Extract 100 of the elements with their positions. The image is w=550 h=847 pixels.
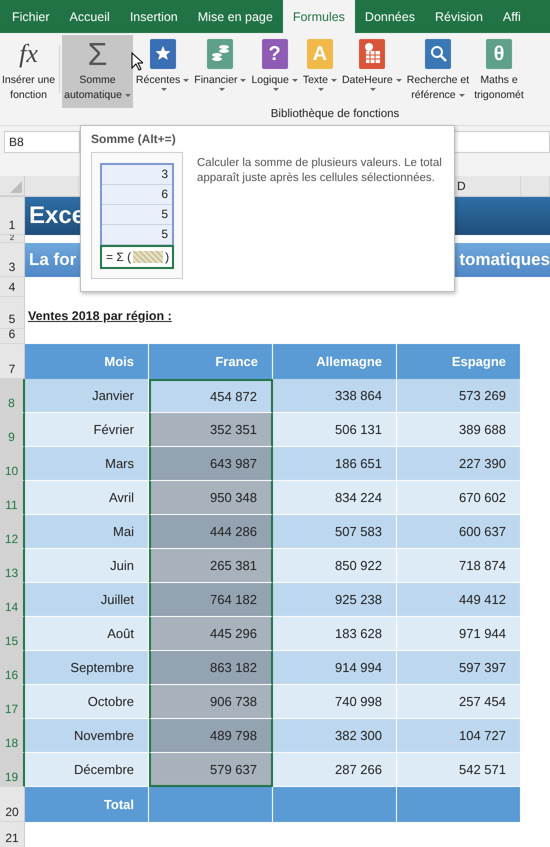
ribbon-tab[interactable]: Formules xyxy=(282,0,355,33)
table-cell: Janvier xyxy=(25,379,149,413)
table-cell: 183 628 xyxy=(273,617,397,651)
ribbon-tab[interactable]: Mise en page xyxy=(188,0,283,33)
table-cell: 257 454 xyxy=(397,685,521,719)
table-cell: 104 727 xyxy=(397,719,521,753)
caret-icon xyxy=(396,79,402,82)
row-header[interactable]: 9 xyxy=(0,413,25,447)
caret-icon xyxy=(458,94,465,97)
table-cell: 863 182 xyxy=(149,651,273,685)
ribbon-tab[interactable]: Données xyxy=(354,0,425,33)
table-caption: Ventes 2018 par région : xyxy=(27,309,172,325)
function-icon: fx xyxy=(19,39,38,69)
ribbon-button[interactable]: ? Logique xyxy=(249,35,300,108)
row-header[interactable]: 16 xyxy=(0,651,25,685)
group-label: Bibliothèque de fonctions xyxy=(270,108,400,120)
row-header[interactable]: 19 xyxy=(0,753,25,787)
table-cell: 352 351 xyxy=(149,413,273,447)
table-cell: 227 390 xyxy=(397,447,521,481)
column-heading: Mois xyxy=(25,344,149,379)
ribbon-button[interactable]: A Texte xyxy=(300,35,339,108)
select-all-icon xyxy=(10,181,22,193)
row-header[interactable]: 5 xyxy=(0,297,25,329)
table-cell: Août xyxy=(25,617,149,651)
table-cell: 338 864 xyxy=(273,379,397,413)
table-cell: 542 571 xyxy=(397,753,521,787)
sheet-subtitle: tomatiques xyxy=(459,250,550,270)
book-icon: ? xyxy=(262,39,288,69)
ribbon-button[interactable]: Σ Somme automatique xyxy=(62,35,133,108)
row-header[interactable]: 12 xyxy=(0,515,25,549)
row-header[interactable]: 18 xyxy=(0,719,25,753)
table-cell: 906 738 xyxy=(149,685,273,719)
ribbon-button[interactable]: fx Insérer une fonction xyxy=(0,35,58,108)
column-heading: Allemagne xyxy=(273,344,397,379)
ribbon-button[interactable]: Récentes xyxy=(134,35,192,108)
table-cell: 579 637 xyxy=(149,753,273,787)
row-header[interactable]: 14 xyxy=(0,583,25,617)
caret-icon xyxy=(292,79,298,82)
table-cell: Novembre xyxy=(25,719,149,753)
book-icon: θ xyxy=(486,39,512,69)
table-cell: 389 688 xyxy=(397,413,521,447)
column-heading: Espagne xyxy=(397,344,521,379)
ribbon-tab[interactable]: Accueil xyxy=(60,0,120,33)
total-label: Total xyxy=(25,787,149,822)
caret-icon xyxy=(218,88,225,91)
row-header[interactable]: 21 xyxy=(0,822,25,847)
name-box[interactable]: B8 xyxy=(4,131,80,153)
caret-icon xyxy=(370,88,376,91)
ribbon-tab[interactable]: Insertion xyxy=(120,0,188,33)
row-header[interactable]: 1 xyxy=(0,197,25,235)
table-cell: 444 286 xyxy=(149,515,273,549)
table-cell: Février xyxy=(25,413,149,447)
caret-icon xyxy=(240,79,246,82)
row-header[interactable]: 13 xyxy=(0,549,25,583)
table-cell: 597 397 xyxy=(397,651,521,685)
table-cell: 445 296 xyxy=(149,617,273,651)
ribbon-tab[interactable]: Fichier xyxy=(2,0,60,33)
ribbon-button[interactable]: Recherche et référence xyxy=(404,35,472,108)
row-header[interactable]: 17 xyxy=(0,685,25,719)
caret-icon xyxy=(124,94,131,97)
row-header[interactable]: 15 xyxy=(0,617,25,651)
ribbon-button[interactable]: θ Maths e trigonomét xyxy=(472,35,526,108)
book-icon: A xyxy=(306,39,333,69)
table-cell: 287 266 xyxy=(273,753,397,787)
sheet-subtitle: La for xyxy=(29,250,76,270)
tooltip-title: Somme (Alt+=) xyxy=(91,132,177,146)
sigma-icon: Σ xyxy=(88,36,108,72)
table-cell: 573 269 xyxy=(397,379,521,413)
table-cell: 914 994 xyxy=(273,651,397,685)
table-cell: Octobre xyxy=(25,685,149,719)
table-cell: Juin xyxy=(25,549,149,583)
ribbon-tab[interactable]: Affi xyxy=(492,0,531,33)
table-cell: 850 922 xyxy=(273,549,397,583)
table-cell: 382 300 xyxy=(273,719,397,753)
table-cell: 506 131 xyxy=(273,413,397,447)
table-cell: 449 412 xyxy=(397,583,521,617)
preview-value: 5 xyxy=(102,205,172,225)
row-header[interactable]: 7 xyxy=(0,344,25,379)
preview-value: 6 xyxy=(102,185,172,205)
ribbon-tab[interactable]: Révision xyxy=(424,0,493,33)
table-cell: Mars xyxy=(25,447,149,481)
row-header[interactable]: 10 xyxy=(0,447,25,481)
table-cell: Décembre xyxy=(25,753,149,787)
table-cell: Juillet xyxy=(25,583,149,617)
row-header[interactable]: 4 xyxy=(0,277,25,297)
row-header[interactable]: 20 xyxy=(0,787,25,822)
column-heading: France xyxy=(149,344,273,379)
pointer-icon xyxy=(131,52,143,71)
ribbon-button[interactable]: Financier xyxy=(192,35,248,108)
table-cell: Septembre xyxy=(25,651,149,685)
row-header[interactable]: 6 xyxy=(0,329,25,344)
table-cell: 718 874 xyxy=(397,549,521,583)
caret-icon xyxy=(183,79,190,82)
caret-icon xyxy=(161,88,168,91)
row-header[interactable]: 11 xyxy=(0,481,25,515)
preview-value: 3 xyxy=(102,165,172,185)
row-header[interactable]: 3 xyxy=(0,243,25,277)
ribbon-button[interactable]: DateHeure xyxy=(340,35,404,108)
preview-formula: = Σ ( ) xyxy=(100,245,174,269)
row-header[interactable]: 8 xyxy=(0,379,25,413)
